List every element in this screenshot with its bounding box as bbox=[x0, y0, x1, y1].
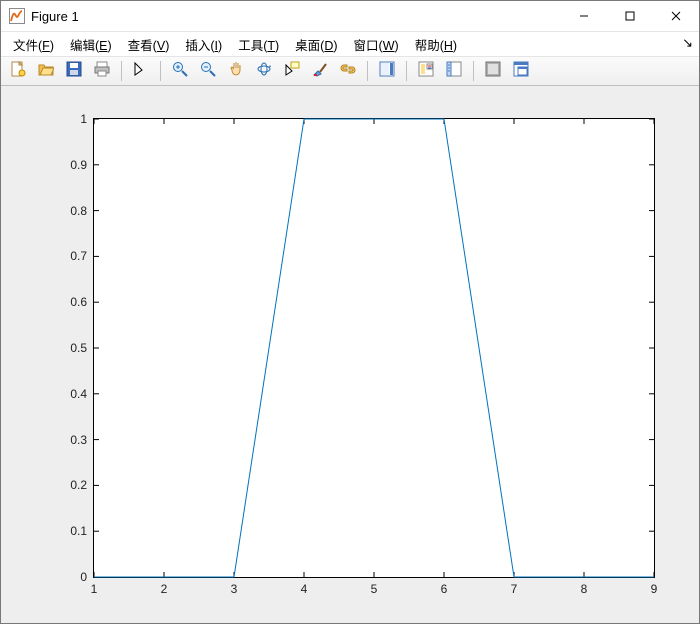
zoom-in-icon bbox=[172, 61, 188, 82]
rotate-3d-button[interactable] bbox=[251, 58, 277, 84]
x-tick-label: 6 bbox=[434, 582, 454, 596]
print-button[interactable] bbox=[89, 58, 115, 84]
x-tick-label: 1 bbox=[84, 582, 104, 596]
x-tick-label: 9 bbox=[644, 582, 664, 596]
data-cursor-button[interactable] bbox=[279, 58, 305, 84]
close-button[interactable] bbox=[653, 1, 699, 31]
show-plot-tools-button[interactable] bbox=[480, 58, 506, 84]
menu-item-d[interactable]: 桌面(D) bbox=[287, 33, 345, 56]
open-file-icon bbox=[38, 61, 54, 82]
x-tick-label: 3 bbox=[224, 582, 244, 596]
y-tick-label: 1 bbox=[57, 112, 87, 126]
hide-plot-tools-button[interactable] bbox=[441, 58, 467, 84]
x-tick-label: 5 bbox=[364, 582, 384, 596]
link-button[interactable] bbox=[335, 58, 361, 84]
toolbar bbox=[1, 57, 699, 86]
y-tick-label: 0.2 bbox=[57, 478, 87, 492]
brush-icon bbox=[312, 61, 328, 82]
x-tick-label: 7 bbox=[504, 582, 524, 596]
toolbar-separator bbox=[406, 61, 407, 81]
y-tick-label: 0.8 bbox=[57, 204, 87, 218]
open-file-button[interactable] bbox=[33, 58, 59, 84]
edit-plot-icon bbox=[133, 61, 149, 82]
insert-colorbar-icon bbox=[379, 61, 395, 82]
y-tick-label: 0.6 bbox=[57, 295, 87, 309]
edit-plot-button[interactable] bbox=[128, 58, 154, 84]
x-tick-label: 2 bbox=[154, 582, 174, 596]
pan-button[interactable] bbox=[223, 58, 249, 84]
toolbar-overflow-icon[interactable]: ↘ bbox=[682, 35, 693, 51]
menu-item-w[interactable]: 窗口(W) bbox=[346, 33, 407, 56]
insert-legend-icon bbox=[418, 61, 434, 82]
y-tick-label: 0.3 bbox=[57, 433, 87, 447]
menu-item-e[interactable]: 编辑(E) bbox=[62, 33, 120, 56]
x-tick-label: 8 bbox=[574, 582, 594, 596]
menu-item-t[interactable]: 工具(T) bbox=[230, 33, 287, 56]
hide-plot-tools-icon bbox=[446, 61, 462, 82]
axes[interactable] bbox=[93, 118, 655, 578]
y-tick-label: 0.1 bbox=[57, 524, 87, 538]
new-figure-button[interactable] bbox=[5, 58, 31, 84]
window-title: Figure 1 bbox=[31, 9, 79, 24]
menu-item-h[interactable]: 帮助(H) bbox=[407, 33, 465, 56]
zoom-out-icon bbox=[200, 61, 216, 82]
matlab-figure-icon bbox=[9, 8, 25, 24]
figure-canvas-area: 0 0.1 0.2 0.3 0.4 0.5 0.6 0.7 0.8 0.9 1 1 2 3 4 5 6 7 8 9 bbox=[1, 86, 699, 623]
y-tick-label: 0 bbox=[57, 570, 87, 584]
line-plot bbox=[94, 119, 654, 577]
maximize-button[interactable] bbox=[607, 1, 653, 31]
print-icon bbox=[94, 61, 110, 82]
pan-icon bbox=[228, 61, 244, 82]
link-icon bbox=[340, 61, 356, 82]
x-tick-label: 4 bbox=[294, 582, 314, 596]
menu-item-i[interactable]: 插入(I) bbox=[177, 33, 230, 56]
menu-item-f[interactable]: 文件(F) bbox=[5, 33, 62, 56]
y-tick-label: 0.9 bbox=[57, 158, 87, 172]
toolbar-separator bbox=[121, 61, 122, 81]
minimize-button[interactable] bbox=[561, 1, 607, 31]
menu-item-v[interactable]: 查看(V) bbox=[120, 33, 178, 56]
dock-figure-icon bbox=[513, 61, 529, 82]
zoom-in-button[interactable] bbox=[167, 58, 193, 84]
toolbar-separator bbox=[473, 61, 474, 81]
y-tick-label: 0.4 bbox=[57, 387, 87, 401]
title-bar: Figure 1 bbox=[1, 1, 699, 32]
menu-bar: 文件(F)编辑(E)查看(V)插入(I)工具(T)桌面(D)窗口(W)帮助(H)… bbox=[1, 32, 699, 57]
y-tick-label: 0.5 bbox=[57, 341, 87, 355]
y-tick-label: 0.7 bbox=[57, 249, 87, 263]
insert-legend-button[interactable] bbox=[413, 58, 439, 84]
save-icon bbox=[66, 61, 82, 82]
data-cursor-icon bbox=[284, 61, 300, 82]
save-button[interactable] bbox=[61, 58, 87, 84]
dock-figure-button[interactable] bbox=[508, 58, 534, 84]
brush-button[interactable] bbox=[307, 58, 333, 84]
show-plot-tools-icon bbox=[485, 61, 501, 82]
zoom-out-button[interactable] bbox=[195, 58, 221, 84]
figure-window: Figure 1 文件(F)编辑(E)查看(V)插入(I)工具(T)桌面(D)窗… bbox=[0, 0, 700, 624]
toolbar-separator bbox=[367, 61, 368, 81]
insert-colorbar-button[interactable] bbox=[374, 58, 400, 84]
new-figure-icon bbox=[10, 61, 26, 82]
rotate-3d-icon bbox=[256, 61, 272, 82]
toolbar-separator bbox=[160, 61, 161, 81]
